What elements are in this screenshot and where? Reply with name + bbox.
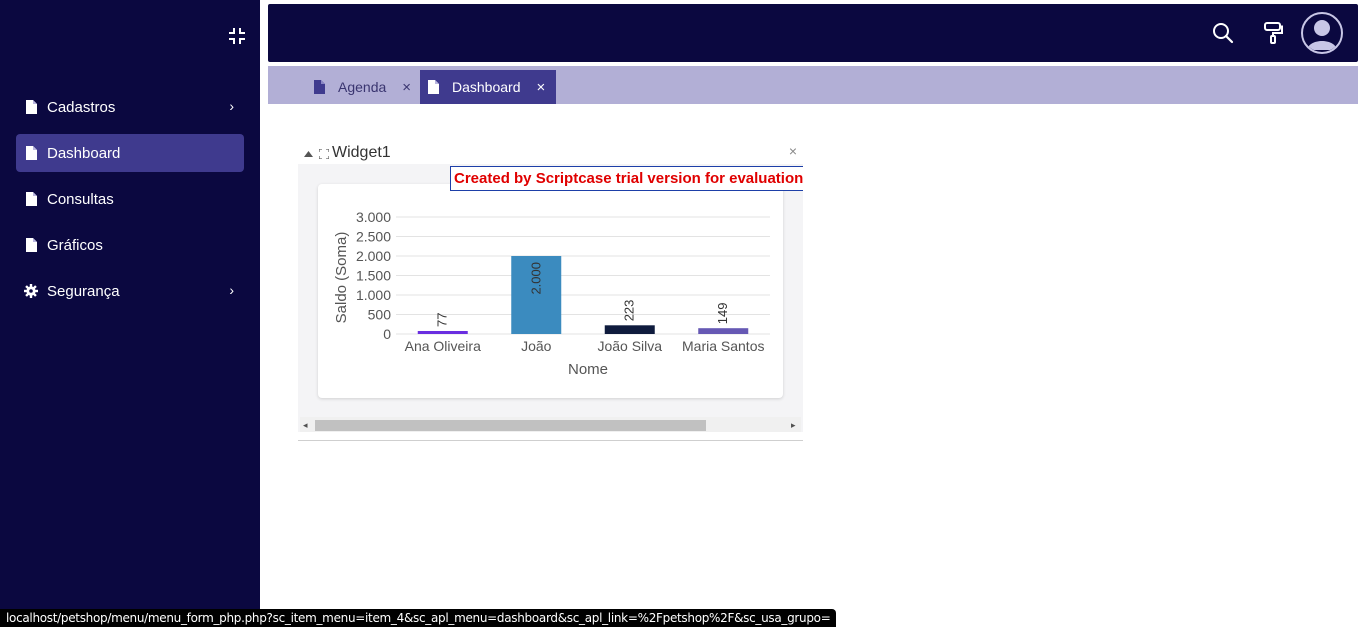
scroll-right-icon[interactable]: ▸ (791, 420, 796, 431)
bar (417, 330, 468, 334)
close-tab-icon[interactable]: × (537, 79, 546, 96)
chevron-right-icon: › (229, 282, 234, 298)
horizontal-scrollbar[interactable]: ◂ ▸ (300, 417, 801, 432)
sidebar-menu: Cadastros › Dashboard Consultas Gráficos (16, 88, 244, 318)
widget-title: Widget1 (332, 144, 391, 161)
sidebar-item-dashboard[interactable]: Dashboard (16, 134, 244, 172)
x-tick-label: João (521, 338, 552, 354)
trial-notice: Created by Scriptcase trial version for … (450, 166, 803, 191)
search-icon[interactable] (1211, 21, 1235, 45)
data-label: 2.000 (528, 262, 543, 295)
x-axis-title: Nome (568, 361, 608, 378)
tab-label: Dashboard (452, 79, 521, 95)
sidebar-item-label: Segurança (47, 282, 120, 300)
expand-widget-icon[interactable] (318, 146, 330, 164)
user-avatar[interactable] (1301, 12, 1343, 54)
sidebar-item-label: Consultas (47, 190, 114, 208)
bar-chart: 0 500 1.000 1.500 2.000 2.500 3.000 77 Ana Olive… (333, 209, 770, 378)
top-bar (268, 4, 1358, 62)
tab-agenda[interactable]: Agenda × (314, 70, 411, 104)
chevron-right-icon: › (229, 98, 234, 114)
file-icon (314, 80, 326, 94)
file-icon (24, 237, 38, 253)
file-icon (24, 145, 38, 161)
y-tick-label: 500 (368, 307, 392, 323)
tab-label: Agenda (338, 79, 387, 95)
paint-roller-icon[interactable] (1261, 21, 1285, 45)
scroll-left-icon[interactable]: ◂ (303, 420, 308, 431)
y-tick-label: 2.500 (356, 229, 391, 245)
sidebar-item-label: Dashboard (47, 144, 121, 162)
sidebar: Cadastros › Dashboard Consultas Gráficos (0, 0, 260, 627)
file-icon (428, 80, 440, 94)
widget-body: 0 500 1.000 1.500 2.000 2.500 3.000 77 Ana Olive… (298, 164, 803, 432)
y-tick-label: 1.500 (356, 268, 391, 284)
sidebar-item-graficos[interactable]: Gráficos (16, 226, 244, 264)
file-icon (24, 191, 38, 207)
y-tick-label: 1.000 (356, 287, 391, 303)
sidebar-item-label: Cadastros (47, 98, 116, 116)
sidebar-item-seguranca[interactable]: Segurança › (16, 272, 244, 310)
file-icon (24, 99, 38, 115)
collapse-sidebar-icon[interactable] (227, 26, 247, 46)
bar (604, 325, 655, 334)
gear-icon (24, 283, 38, 299)
y-tick-label: 0 (383, 326, 391, 342)
widget-header: Widget1 × (298, 140, 803, 164)
sidebar-item-label: Gráficos (47, 236, 103, 254)
collapse-widget-icon[interactable] (304, 145, 313, 163)
x-tick-label: João Silva (597, 338, 662, 354)
tabs-bar: Agenda × Dashboard × (268, 66, 1358, 104)
widget: Widget1 × 0 500 1.000 1.500 2.000 2.500 3.000 7… (298, 140, 803, 441)
x-tick-label: Ana Oliveira (405, 338, 481, 354)
tab-dashboard[interactable]: Dashboard × (420, 70, 556, 104)
sidebar-item-consultas[interactable]: Consultas (16, 180, 244, 218)
status-bar-url: localhost/petshop/menu/menu_form_php.php… (0, 609, 837, 627)
x-tick-label: Maria Santos (682, 338, 764, 354)
scrollbar-thumb[interactable] (315, 420, 706, 431)
close-widget-icon[interactable]: × (789, 143, 797, 159)
chart-card: 0 500 1.000 1.500 2.000 2.500 3.000 77 Ana Olive… (318, 184, 783, 398)
y-tick-label: 2.000 (356, 248, 391, 264)
data-label: 149 (715, 302, 730, 324)
bar (698, 328, 749, 334)
sidebar-item-cadastros[interactable]: Cadastros › (16, 88, 244, 126)
y-axis-title: Saldo (Soma) (333, 232, 350, 324)
data-label: 77 (435, 313, 450, 327)
close-tab-icon[interactable]: × (402, 79, 411, 96)
y-tick-label: 3.000 (356, 209, 391, 225)
data-label: 223 (622, 300, 637, 322)
